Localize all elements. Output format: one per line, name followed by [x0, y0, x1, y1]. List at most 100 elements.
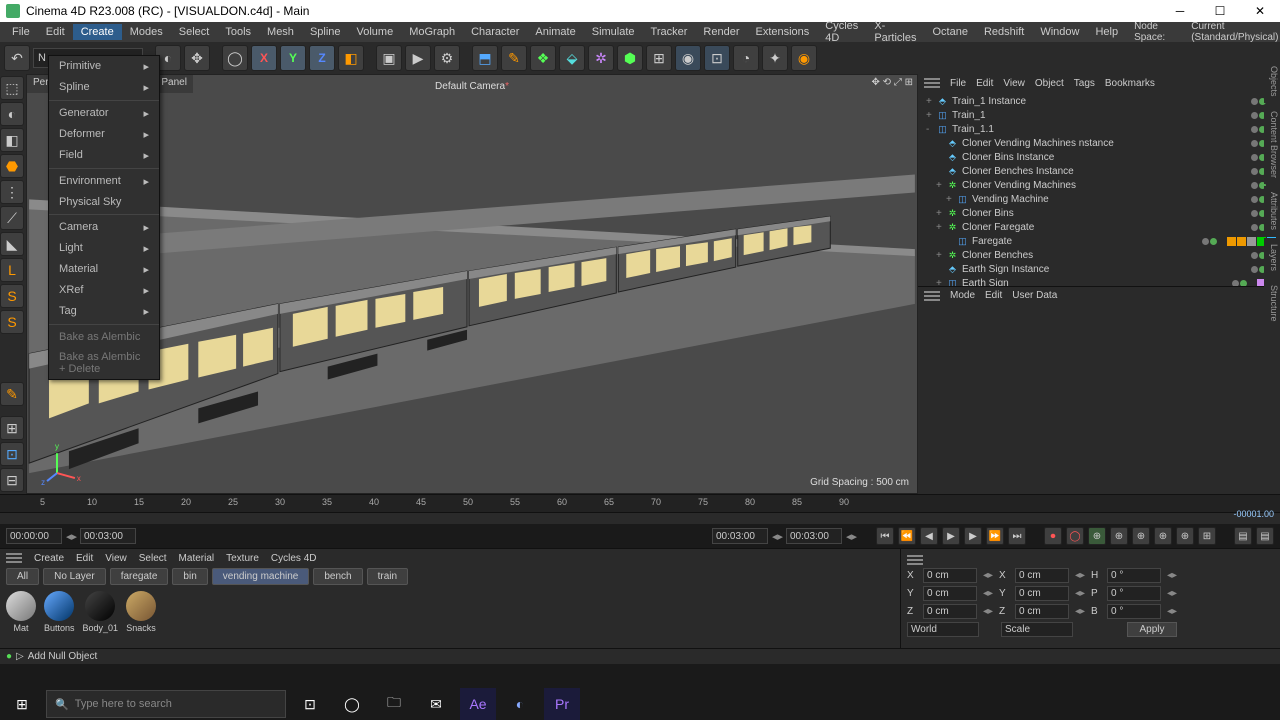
edge-mode-icon[interactable]: ⟋ [0, 206, 24, 230]
axis-y-button[interactable]: Y [280, 45, 306, 71]
side-tab-structure[interactable]: Structure [1264, 279, 1280, 328]
viewport-nav-icons[interactable]: ✥ ⟲ ⤢ ⊞ [872, 77, 913, 88]
close-button[interactable]: ✕ [1240, 0, 1280, 22]
render-picture-icon[interactable]: ▶ [405, 45, 431, 71]
mat-tab-material[interactable]: Material [179, 553, 215, 564]
menu-modes[interactable]: Modes [122, 24, 171, 40]
menu-item-field[interactable]: Field▸ [49, 145, 159, 166]
fcurve-button[interactable]: ▤ [1256, 527, 1274, 545]
material-mat[interactable]: Mat [6, 591, 36, 633]
menu-item-camera[interactable]: Camera▸ [49, 217, 159, 238]
polygon-mode-icon[interactable]: ◣ [0, 232, 24, 256]
layer-bin[interactable]: bin [172, 568, 207, 585]
layer-No-Layer[interactable]: No Layer [43, 568, 106, 585]
object-row[interactable]: +◫Vending Machine [918, 192, 1280, 206]
camera-icon[interactable]: ◔ [733, 45, 759, 71]
key-param-button[interactable]: ⊕ [1154, 527, 1172, 545]
hamburger-icon[interactable] [907, 555, 923, 565]
menu-window[interactable]: Window [1032, 24, 1087, 40]
explorer-icon[interactable]: 🗀 [376, 688, 412, 720]
attr-tab-mode[interactable]: Mode [950, 290, 975, 301]
om-tab-view[interactable]: View [1003, 78, 1025, 89]
key-scale-button[interactable]: ⊕ [1110, 527, 1128, 545]
menu-tracker[interactable]: Tracker [643, 24, 696, 40]
object-row[interactable]: ⬘Cloner Benches Instance [918, 164, 1280, 178]
menu-redshift[interactable]: Redshift [976, 24, 1032, 40]
menu-render[interactable]: Render [695, 24, 747, 40]
s2-icon[interactable]: S [0, 310, 24, 334]
after-effects-icon[interactable]: Ae [460, 688, 496, 720]
coord-system-icon[interactable]: ◧ [338, 45, 364, 71]
menu-animate[interactable]: Animate [527, 24, 583, 40]
goto-start-button[interactable]: ⏮ [876, 527, 894, 545]
object-row[interactable]: +✲Cloner Bins [918, 206, 1280, 220]
mat-tab-create[interactable]: Create [34, 553, 64, 564]
texture-mode-icon[interactable]: ◐ [0, 102, 24, 126]
menu-x-particles[interactable]: X-Particles [866, 18, 924, 46]
key-rot-button[interactable]: ⊕ [1132, 527, 1150, 545]
autokey-button[interactable]: ◯ [1066, 527, 1084, 545]
om-tab-object[interactable]: Object [1035, 78, 1064, 89]
object-row[interactable]: ◫Faregate [918, 234, 1280, 248]
object-mode-icon[interactable]: ⬣ [0, 154, 24, 178]
attr-tab-edit[interactable]: Edit [985, 290, 1002, 301]
dopesheet-button[interactable]: ▤ [1234, 527, 1252, 545]
world-mode[interactable]: World [907, 622, 979, 637]
render-settings-icon[interactable]: ⚙ [434, 45, 460, 71]
menu-item-generator[interactable]: Generator▸ [49, 103, 159, 124]
brush-icon[interactable]: ✎ [0, 382, 24, 406]
side-tabs[interactable]: ObjectsContent BrowserAttributesLayersSt… [1264, 60, 1280, 327]
floor-icon[interactable]: ⊡ [704, 45, 730, 71]
menu-item-deformer[interactable]: Deformer▸ [49, 124, 159, 145]
environment-icon[interactable]: ◉ [675, 45, 701, 71]
menu-octane[interactable]: Octane [925, 24, 976, 40]
timeline[interactable]: -00001.00 510152025303540455055606570758… [0, 494, 1280, 524]
object-row[interactable]: +⬘Train_1 Instance [918, 94, 1280, 108]
tweak-icon[interactable]: ⊞ [0, 416, 24, 440]
scale-mode[interactable]: Scale [1001, 622, 1073, 637]
subdivision-icon[interactable]: ❖ [530, 45, 556, 71]
menu-mesh[interactable]: Mesh [259, 24, 302, 40]
menu-help[interactable]: Help [1087, 24, 1126, 40]
prev-key-button[interactable]: ⏪ [898, 527, 916, 545]
menu-mograph[interactable]: MoGraph [401, 24, 463, 40]
menu-extensions[interactable]: Extensions [747, 24, 817, 40]
misc-icon[interactable]: ◉ [791, 45, 817, 71]
quantize-icon[interactable]: ⊟ [0, 468, 24, 492]
object-row[interactable]: +✲Cloner Benches [918, 248, 1280, 262]
menu-item-light[interactable]: Light▸ [49, 238, 159, 259]
menu-item-bake-as-alembic-+-delete[interactable]: Bake as Alembic + Delete [49, 347, 159, 379]
workplane-icon[interactable]: ◧ [0, 128, 24, 152]
material-body_01[interactable]: Body_01 [83, 591, 119, 633]
record-button[interactable]: ⏺ [1044, 527, 1062, 545]
pen-icon[interactable]: ✎ [501, 45, 527, 71]
axis-x-button[interactable]: X [251, 45, 277, 71]
menu-item-material[interactable]: Material▸ [49, 259, 159, 280]
menu-cycles 4d[interactable]: Cycles 4D [817, 18, 866, 46]
om-tab-file[interactable]: File [950, 78, 966, 89]
layer-bench[interactable]: bench [313, 568, 362, 585]
hamburger-icon[interactable] [6, 553, 22, 564]
layer-faregate[interactable]: faregate [110, 568, 169, 585]
menu-item-physical-sky[interactable]: Physical Sky [49, 192, 159, 212]
menu-item-environment[interactable]: Environment▸ [49, 171, 159, 192]
viewport-tab[interactable]: Panel [155, 75, 193, 93]
object-row[interactable]: ⬘Cloner Bins Instance [918, 150, 1280, 164]
taskbar-search[interactable]: 🔍 Type here to search [46, 690, 286, 718]
menu-create[interactable]: Create [73, 24, 122, 40]
mail-icon[interactable]: ✉ [418, 688, 454, 720]
point-mode-icon[interactable]: ⋮ [0, 180, 24, 204]
light-icon[interactable]: ✦ [762, 45, 788, 71]
menu-file[interactable]: File [4, 24, 38, 40]
play-button[interactable]: ▶ [942, 527, 960, 545]
layer-vending-machine[interactable]: vending machine [212, 568, 310, 585]
current-frame[interactable]: 00:00:00 [6, 528, 62, 544]
end-frame-2[interactable]: 00:03:00 [786, 528, 842, 544]
move-icon[interactable]: ✥ [184, 45, 210, 71]
object-row[interactable]: +◫Earth Sign [918, 276, 1280, 286]
menu-edit[interactable]: Edit [38, 24, 73, 40]
mat-tab-view[interactable]: View [105, 553, 127, 564]
hamburger-icon[interactable] [924, 78, 940, 88]
start-frame[interactable]: 00:03:00 [80, 528, 136, 544]
maximize-button[interactable]: ☐ [1200, 0, 1240, 22]
